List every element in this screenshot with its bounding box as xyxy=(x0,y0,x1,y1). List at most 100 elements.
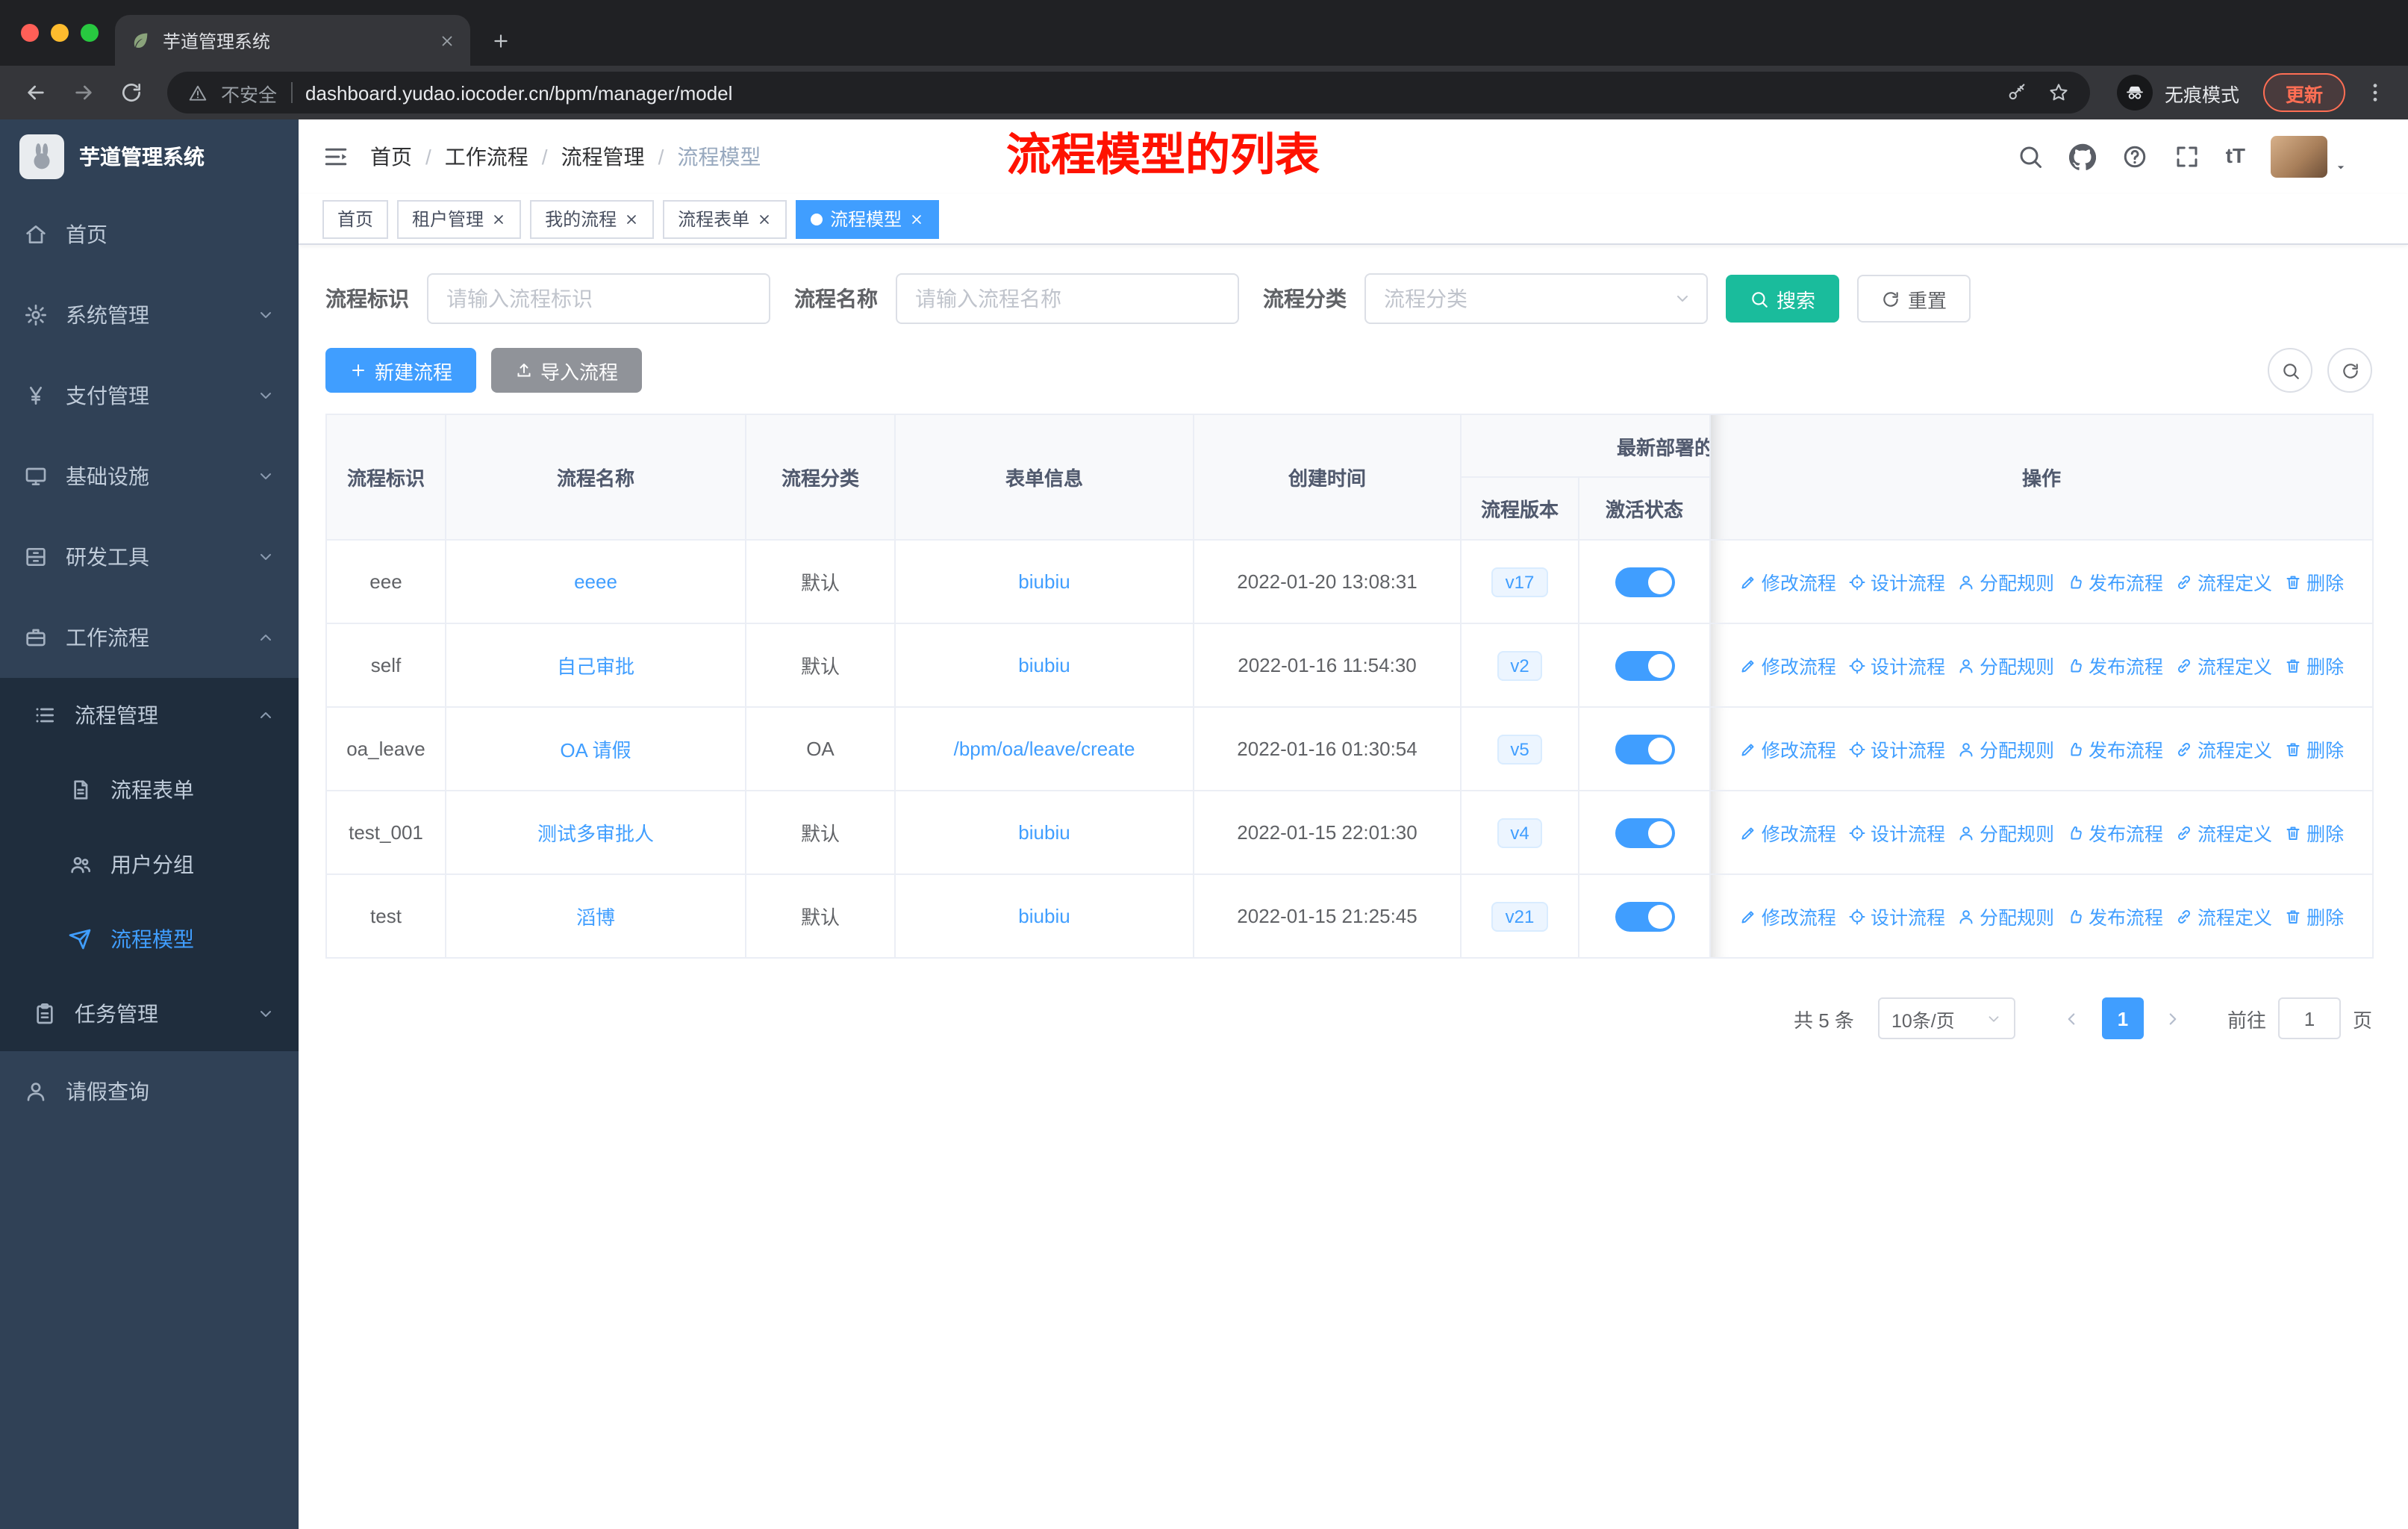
publish-process-link[interactable]: 发布流程 xyxy=(2066,651,2163,679)
search-button[interactable]: 搜索 xyxy=(1726,275,1840,323)
modify-process-link[interactable]: 修改流程 xyxy=(1739,567,1836,596)
active-toggle[interactable] xyxy=(1615,650,1674,680)
process-name-link[interactable]: 测试多审批人 xyxy=(537,823,654,845)
publish-process-link[interactable]: 发布流程 xyxy=(2066,735,2163,763)
delete-link[interactable]: 删除 xyxy=(2284,567,2344,596)
breadcrumb-workflow[interactable]: 工作流程 xyxy=(445,142,528,172)
process-definition-link[interactable]: 流程定义 xyxy=(2175,818,2272,847)
delete-link[interactable]: 删除 xyxy=(2284,902,2344,930)
page-number-button[interactable]: 1 xyxy=(2101,997,2144,1039)
sidebar-item-process-mgmt[interactable]: 流程管理 xyxy=(0,678,299,753)
process-key-input[interactable] xyxy=(427,273,770,324)
active-toggle[interactable] xyxy=(1615,901,1674,931)
form-info-link[interactable]: biubiu xyxy=(1018,821,1070,844)
process-name-link[interactable]: 自己审批 xyxy=(557,655,634,678)
tag-process-model[interactable]: 流程模型 xyxy=(796,199,940,238)
sidebar-item-process-model[interactable]: 流程模型 xyxy=(0,902,299,977)
reload-icon[interactable] xyxy=(110,72,152,113)
tag-home[interactable]: 首页 xyxy=(322,199,389,238)
password-key-icon[interactable] xyxy=(2006,82,2027,103)
design-process-link[interactable]: 设计流程 xyxy=(1848,735,1945,763)
fullscreen-icon[interactable] xyxy=(2174,143,2200,170)
publish-process-link[interactable]: 发布流程 xyxy=(2066,567,2163,596)
design-process-link[interactable]: 设计流程 xyxy=(1848,902,1945,930)
active-toggle[interactable] xyxy=(1615,734,1674,764)
show-search-toggle-button[interactable] xyxy=(2268,348,2312,393)
back-icon[interactable] xyxy=(15,72,57,113)
goto-page-input[interactable] xyxy=(2277,997,2341,1039)
process-definition-link[interactable]: 流程定义 xyxy=(2175,567,2272,596)
process-definition-link[interactable]: 流程定义 xyxy=(2175,651,2272,679)
publish-process-link[interactable]: 发布流程 xyxy=(2066,902,2163,930)
form-info-link[interactable]: biubiu xyxy=(1018,570,1070,593)
tag-close-icon[interactable] xyxy=(757,211,772,226)
active-toggle[interactable] xyxy=(1615,567,1674,597)
sidebar-item-user-group[interactable]: 用户分组 xyxy=(0,827,299,902)
tag-close-icon[interactable] xyxy=(624,211,639,226)
tag-tenant-mgmt[interactable]: 租户管理 xyxy=(397,199,522,238)
browser-menu-icon[interactable] xyxy=(2357,72,2393,113)
design-process-link[interactable]: 设计流程 xyxy=(1848,567,1945,596)
modify-process-link[interactable]: 修改流程 xyxy=(1739,735,1836,763)
sidebar-item-payment[interactable]: 支付管理 xyxy=(0,355,299,436)
maximize-window-button[interactable] xyxy=(81,24,99,42)
design-process-link[interactable]: 设计流程 xyxy=(1848,818,1945,847)
active-toggle[interactable] xyxy=(1615,818,1674,847)
process-name-link[interactable]: OA 请假 xyxy=(560,739,631,762)
tag-close-icon[interactable] xyxy=(491,211,506,226)
page-size-select[interactable]: 10条/页 xyxy=(1877,997,2015,1039)
sidebar-item-process-form[interactable]: 流程表单 xyxy=(0,753,299,827)
publish-process-link[interactable]: 发布流程 xyxy=(2066,818,2163,847)
delete-link[interactable]: 删除 xyxy=(2284,818,2344,847)
hamburger-icon[interactable] xyxy=(322,143,349,170)
sidebar-item-task-mgmt[interactable]: 任务管理 xyxy=(0,977,299,1051)
delete-link[interactable]: 删除 xyxy=(2284,651,2344,679)
form-info-link[interactable]: /bpm/oa/leave/create xyxy=(954,738,1135,760)
refresh-table-button[interactable] xyxy=(2327,348,2372,393)
minimize-window-button[interactable] xyxy=(51,24,69,42)
sidebar-item-devtools[interactable]: 研发工具 xyxy=(0,517,299,597)
address-bar[interactable]: 不安全 dashboard.yudao.iocoder.cn/bpm/manag… xyxy=(167,72,2090,113)
form-info-link[interactable]: biubiu xyxy=(1018,905,1070,927)
process-definition-link[interactable]: 流程定义 xyxy=(2175,902,2272,930)
help-question-icon[interactable] xyxy=(2121,143,2148,170)
tag-process-form[interactable]: 流程表单 xyxy=(663,199,787,238)
browser-tab[interactable]: 芋道管理系统 xyxy=(115,15,470,66)
next-page-button[interactable] xyxy=(2156,997,2192,1039)
user-avatar[interactable] xyxy=(2271,136,2348,178)
design-process-link[interactable]: 设计流程 xyxy=(1848,651,1945,679)
tab-close-icon[interactable] xyxy=(439,32,455,49)
process-name-link[interactable]: eeee xyxy=(574,570,617,593)
forward-icon[interactable] xyxy=(63,72,105,113)
prev-page-button[interactable] xyxy=(2054,997,2090,1039)
tag-my-process[interactable]: 我的流程 xyxy=(530,199,655,238)
sidebar-item-workflow[interactable]: 工作流程 xyxy=(0,597,299,678)
process-name-link[interactable]: 滔博 xyxy=(576,906,615,929)
new-tab-button[interactable] xyxy=(479,19,521,61)
breadcrumb-home[interactable]: 首页 xyxy=(370,142,412,172)
font-size-icon[interactable] xyxy=(2226,143,2245,170)
form-info-link[interactable]: biubiu xyxy=(1018,654,1070,676)
bookmark-star-icon[interactable] xyxy=(2048,82,2069,103)
assign-rule-link[interactable]: 分配规则 xyxy=(1957,735,2054,763)
assign-rule-link[interactable]: 分配规则 xyxy=(1957,567,2054,596)
assign-rule-link[interactable]: 分配规则 xyxy=(1957,818,2054,847)
sidebar-item-home[interactable]: 首页 xyxy=(0,194,299,275)
version-badge[interactable]: v4 xyxy=(1497,818,1543,847)
version-badge[interactable]: v17 xyxy=(1491,567,1548,597)
search-icon[interactable] xyxy=(2017,143,2044,170)
close-window-button[interactable] xyxy=(21,24,39,42)
sidebar-item-system[interactable]: 系统管理 xyxy=(0,275,299,355)
process-name-input[interactable] xyxy=(896,273,1239,324)
modify-process-link[interactable]: 修改流程 xyxy=(1739,818,1836,847)
github-icon[interactable] xyxy=(2069,143,2096,170)
import-process-button[interactable]: 导入流程 xyxy=(491,348,643,393)
sidebar-item-infrastructure[interactable]: 基础设施 xyxy=(0,436,299,517)
modify-process-link[interactable]: 修改流程 xyxy=(1739,651,1836,679)
breadcrumb-process-mgmt[interactable]: 流程管理 xyxy=(561,142,645,172)
process-definition-link[interactable]: 流程定义 xyxy=(2175,735,2272,763)
create-process-button[interactable]: 新建流程 xyxy=(325,348,477,393)
update-button[interactable]: 更新 xyxy=(2262,73,2345,112)
version-badge[interactable]: v2 xyxy=(1497,650,1543,680)
assign-rule-link[interactable]: 分配规则 xyxy=(1957,902,2054,930)
